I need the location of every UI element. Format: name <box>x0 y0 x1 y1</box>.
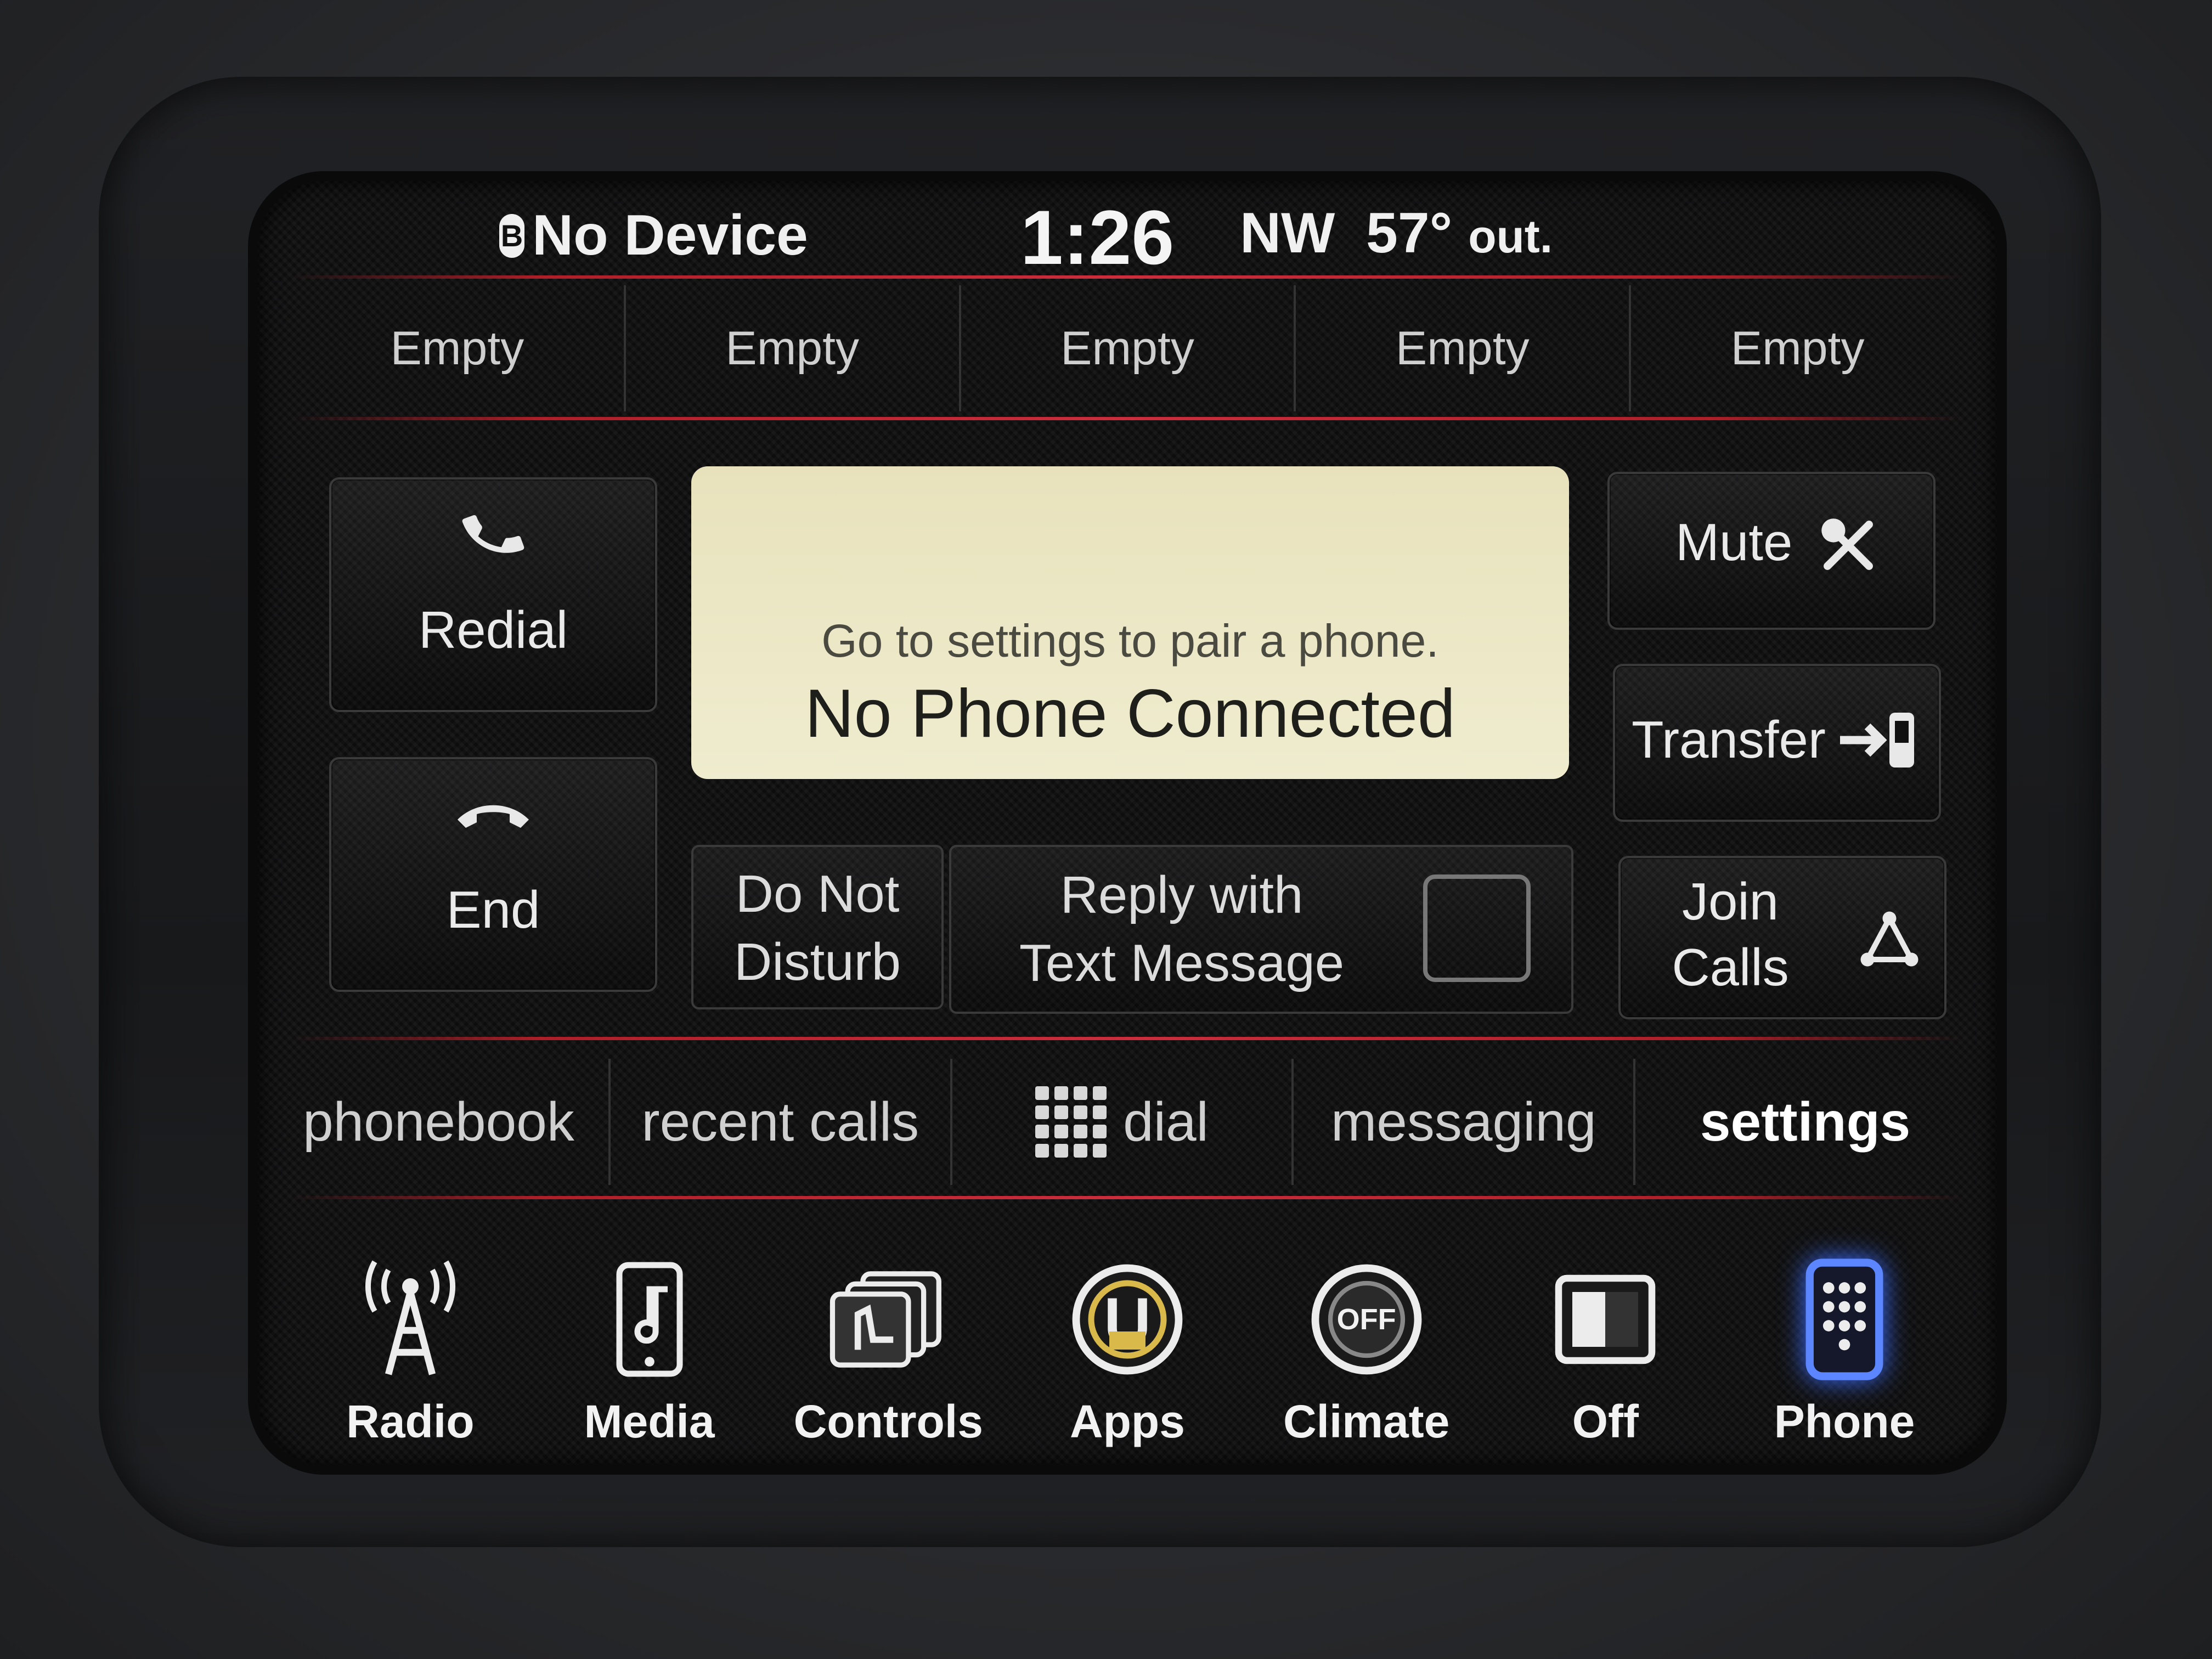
status-bar: B No Device 1:26 NW 57° out. <box>258 181 1997 280</box>
tab-phonebook[interactable]: phonebook <box>269 1059 611 1185</box>
transfer-button[interactable]: Transfer <box>1613 664 1941 822</box>
dnd-line2: Disturb <box>733 933 901 991</box>
do-not-disturb-button[interactable]: Do Not Disturb <box>691 845 944 1009</box>
divider-line <box>291 417 1964 420</box>
tab-dial[interactable]: dial <box>952 1059 1294 1185</box>
join-calls-icon <box>1860 911 1918 967</box>
divider-line <box>291 1037 1964 1040</box>
apps-icon <box>1062 1254 1193 1385</box>
tab-recent-calls[interactable]: recent calls <box>611 1059 952 1185</box>
end-call-button[interactable]: End <box>329 757 657 992</box>
dock-label: Phone <box>1774 1396 1915 1447</box>
tab-label: phonebook <box>302 1091 574 1153</box>
favorite-slot-3[interactable]: Empty <box>961 285 1296 411</box>
screen-off-icon <box>1539 1254 1671 1385</box>
favorite-slot-1[interactable]: Empty <box>291 285 626 411</box>
climate-off-badge: OFF <box>1336 1303 1396 1336</box>
dnd-line1: Do Not <box>735 865 900 923</box>
device-label: No Device <box>532 204 808 267</box>
favorite-slot-5[interactable]: Empty <box>1631 285 1964 411</box>
favorites-row: Empty Empty Empty Empty Empty <box>291 285 1964 411</box>
dock-climate[interactable]: OFF Climate <box>1251 1229 1482 1448</box>
uconnect-screen: B No Device 1:26 NW 57° out. Empty Empty… <box>258 181 1997 1465</box>
seat-controls-icon <box>822 1254 954 1385</box>
reply-line2: Text Message <box>1019 934 1345 992</box>
end-label: End <box>446 881 540 939</box>
outside-temperature: 57° out. <box>1366 201 1553 266</box>
pair-hint: Go to settings to pair a phone. <box>821 615 1439 667</box>
dock-screen-off[interactable]: Off <box>1490 1229 1720 1448</box>
tab-label: messaging <box>1330 1091 1596 1153</box>
dock-phone[interactable]: Phone <box>1729 1229 1960 1448</box>
dock-controls[interactable]: Controls <box>773 1229 1003 1448</box>
reply-with-text-toggle[interactable]: Reply with Text Message <box>949 845 1573 1014</box>
join-calls-button[interactable]: Join Calls <box>1618 856 1946 1019</box>
no-phone-message: No Phone Connected <box>805 676 1455 752</box>
join-label: Join Calls <box>1632 869 1829 1001</box>
redial-label: Redial <box>418 601 568 659</box>
mute-button[interactable]: Mute <box>1607 472 1936 630</box>
dock-label: Media <box>584 1396 715 1447</box>
redial-button[interactable]: Redial <box>329 477 657 712</box>
join-label-line2: Calls <box>1672 938 1789 997</box>
keypad-icon <box>1035 1086 1107 1158</box>
reply-label: Reply with Text Message <box>984 861 1379 997</box>
climate-off-icon: OFF <box>1301 1254 1432 1385</box>
favorite-slot-4[interactable]: Empty <box>1296 285 1632 411</box>
bluetooth-status: B No Device <box>499 203 808 268</box>
connection-status-panel: Go to settings to pair a phone. No Phone… <box>691 466 1569 779</box>
mute-mic-icon <box>1821 518 1873 570</box>
hang-up-icon <box>458 805 529 828</box>
dock-label: Controls <box>793 1396 983 1447</box>
divider-line <box>291 1196 1964 1199</box>
divider-line <box>291 275 1964 279</box>
transfer-to-phone-icon <box>1840 713 1914 768</box>
phone-tabs: phonebook recent calls dial messaging se… <box>269 1059 1975 1185</box>
dock-radio[interactable]: Radio <box>295 1229 526 1448</box>
compass-heading: NW <box>1240 201 1335 265</box>
dock-label: Apps <box>1069 1396 1185 1447</box>
favorite-slot-2[interactable]: Empty <box>626 285 961 411</box>
clock: 1:26 <box>1020 194 1175 280</box>
temperature-suffix: out. <box>1468 211 1553 262</box>
dock-label: Off <box>1572 1396 1639 1447</box>
dock-label: Climate <box>1283 1396 1450 1447</box>
tab-label: settings <box>1700 1091 1911 1153</box>
reply-checkbox[interactable] <box>1423 874 1531 982</box>
dock-media[interactable]: Media <box>534 1229 765 1448</box>
phone-icon <box>1779 1254 1910 1385</box>
bluetooth-icon: B <box>499 213 524 258</box>
tab-label: recent calls <box>641 1091 919 1153</box>
tab-label: dial <box>1123 1091 1209 1153</box>
transfer-label: Transfer <box>1632 710 1826 769</box>
media-phone-note-icon <box>584 1254 715 1385</box>
phone-handset-icon <box>462 515 524 553</box>
tab-messaging[interactable]: messaging <box>1294 1059 1636 1185</box>
reply-line1: Reply with <box>1060 866 1304 924</box>
join-label-line1: Join <box>1681 872 1779 931</box>
temperature-value: 57° <box>1366 201 1453 265</box>
main-menu-dock: Radio Media Controls Apps OFF Climate Of… <box>258 1229 1997 1448</box>
tab-settings[interactable]: settings <box>1635 1059 1975 1185</box>
radio-tower-icon <box>345 1254 476 1385</box>
dock-label: Radio <box>346 1396 475 1447</box>
mute-label: Mute <box>1675 513 1793 572</box>
dock-apps[interactable]: Apps <box>1012 1229 1243 1448</box>
